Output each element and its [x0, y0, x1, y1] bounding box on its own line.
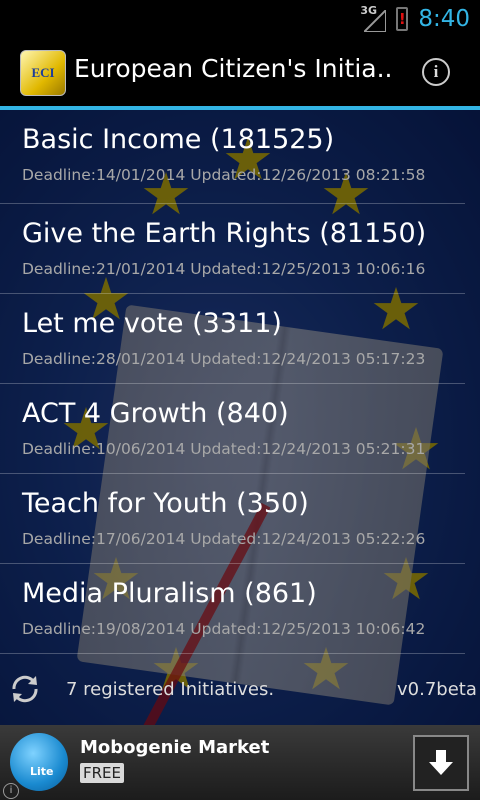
initiative-title: Media Pluralism (861) — [22, 578, 317, 609]
list-item[interactable]: Media Pluralism (861) Deadline:19/08/201… — [0, 564, 465, 654]
ad-price-tag: FREE — [80, 763, 125, 783]
initiative-meta: Deadline:14/01/2014 Updated:12/26/2013 0… — [22, 166, 426, 184]
version-label: v0.7beta — [397, 679, 477, 700]
initiative-title: ACT 4 Growth (840) — [22, 398, 289, 429]
app-title: European Citizen's Initia... — [74, 54, 394, 83]
footer-bar: 7 registered Initiatives. v0.7beta — [0, 660, 480, 725]
initiative-title: Basic Income (181525) — [22, 124, 335, 155]
initiative-meta: Deadline:17/06/2014 Updated:12/24/2013 0… — [22, 530, 426, 548]
initiative-meta: Deadline:10/06/2014 Updated:12/24/2013 0… — [22, 440, 426, 458]
initiative-title: Give the Earth Rights (81150) — [22, 218, 427, 249]
refresh-icon[interactable] — [8, 672, 42, 706]
initiative-meta: Deadline:28/01/2014 Updated:12/24/2013 0… — [22, 350, 426, 368]
initiative-meta: Deadline:19/08/2014 Updated:12/25/2013 1… — [22, 620, 426, 638]
initiatives-list: Basic Income (181525) Deadline:14/01/201… — [0, 110, 480, 654]
list-item[interactable]: Teach for Youth (350) Deadline:17/06/201… — [0, 474, 465, 564]
list-item[interactable]: Let me vote (3311) Deadline:28/01/2014 U… — [0, 294, 465, 384]
initiative-count: 7 registered Initiatives. — [66, 679, 275, 700]
mobogenie-logo-icon[interactable]: Lite — [10, 733, 68, 791]
signal-icon: 3G — [360, 4, 387, 32]
initiative-meta: Deadline:21/01/2014 Updated:12/25/2013 1… — [22, 260, 426, 278]
battery-icon: ! — [396, 7, 409, 31]
initiative-title: Let me vote (3311) — [22, 308, 282, 339]
status-bar: 3G ! 8:40 — [0, 0, 480, 38]
ad-logo-text: Lite — [30, 765, 54, 778]
ad-info-icon[interactable]: i — [3, 783, 19, 799]
clock: 8:40 — [418, 6, 470, 32]
ad-banner[interactable]: Lite Mobogenie Market FREE i — [0, 725, 480, 800]
initiative-title: Teach for Youth (350) — [22, 488, 309, 519]
ad-title[interactable]: Mobogenie Market — [80, 737, 269, 758]
action-bar: ECI European Citizen's Initia... i — [0, 38, 480, 110]
info-button[interactable]: i — [422, 58, 450, 86]
ad-download-button[interactable] — [413, 735, 469, 791]
list-item[interactable]: ACT 4 Growth (840) Deadline:10/06/2014 U… — [0, 384, 465, 474]
info-icon: i — [433, 62, 439, 81]
app-logo-icon[interactable]: ECI — [20, 50, 66, 96]
app-logo-text: ECI — [31, 65, 55, 80]
download-arrow-icon — [429, 750, 453, 775]
list-item[interactable]: Basic Income (181525) Deadline:14/01/201… — [0, 110, 465, 204]
list-item[interactable]: Give the Earth Rights (81150) Deadline:2… — [0, 204, 465, 294]
